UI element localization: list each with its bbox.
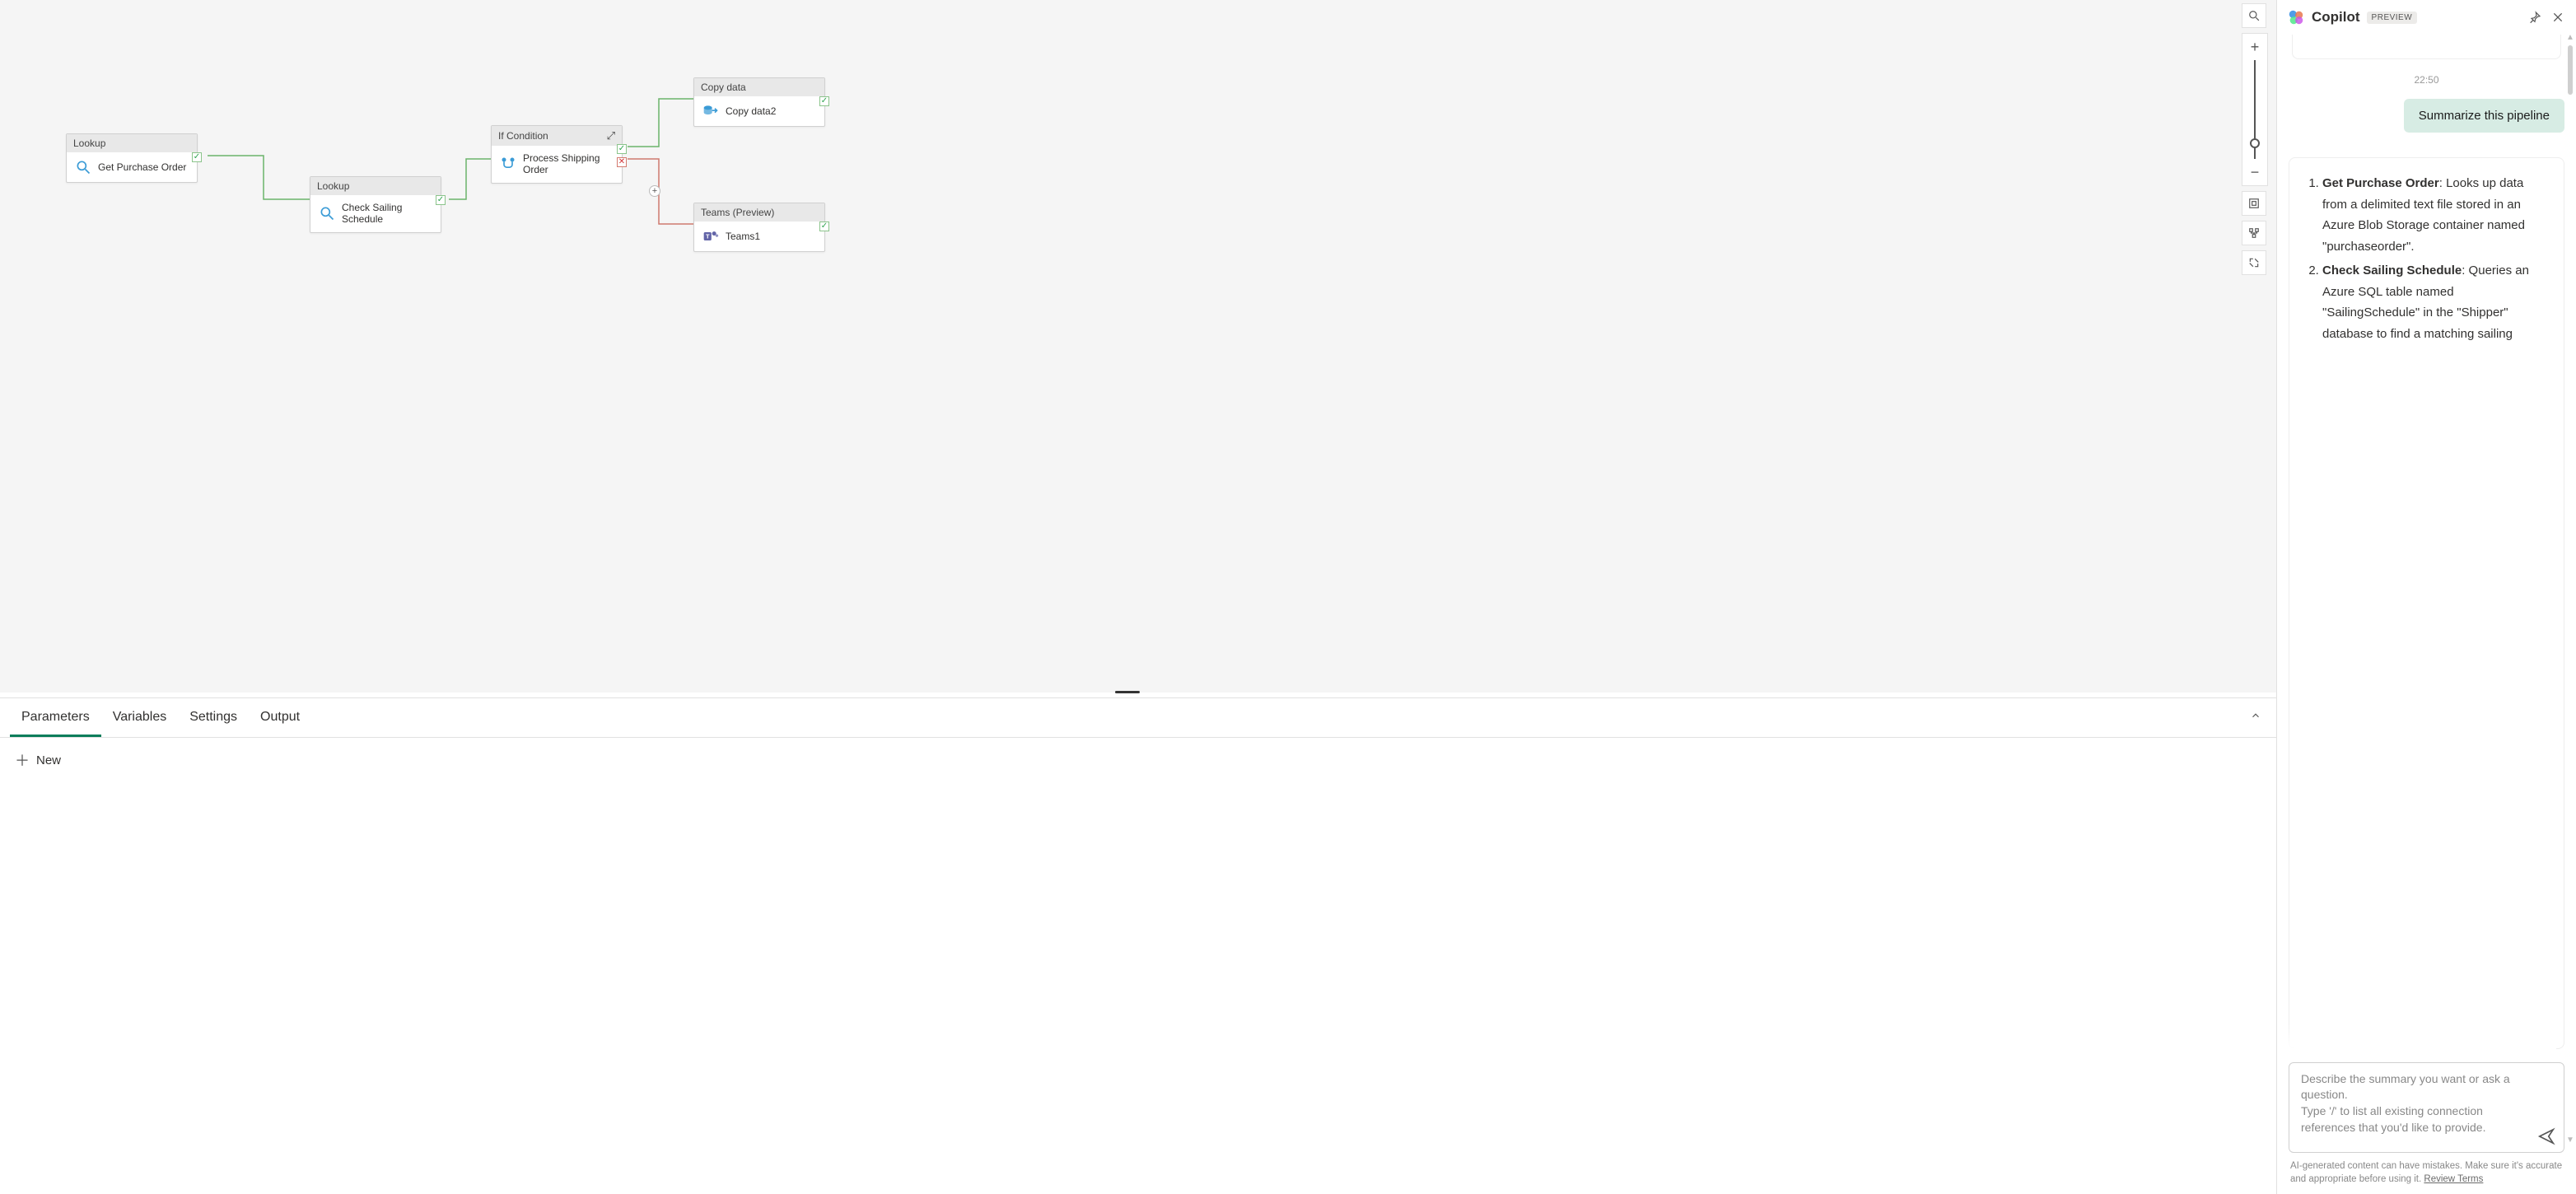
panel-resize-handle[interactable] [0, 693, 2276, 697]
lookup-icon [75, 159, 91, 175]
tab-variables[interactable]: Variables [101, 698, 179, 737]
scroll-up-icon[interactable]: ▲ [2566, 33, 2574, 42]
response-item-1-title: Get Purchase Order [2322, 176, 2439, 190]
copilot-chat: 22:50 Summarize this pipeline Get Purcha… [2277, 35, 2576, 1052]
status-success-icon[interactable]: ✓ [192, 152, 202, 162]
activity-label: Process Shipping Order [523, 152, 614, 176]
status-success-icon[interactable]: ✓ [617, 144, 627, 154]
close-icon[interactable] [2550, 9, 2566, 26]
activity-type: Lookup [73, 138, 105, 149]
activity-type: Copy data [701, 82, 746, 93]
zoom-slider[interactable]: + − [2242, 33, 2268, 186]
copilot-title: Copilot [2312, 9, 2360, 26]
review-terms-link[interactable]: Review Terms [2424, 1174, 2483, 1184]
svg-text:T: T [706, 233, 710, 240]
main-pane: Lookup Get Purchase Order ✓ Lookup [0, 0, 2276, 1194]
copilot-response: Get Purchase Order: Looks up data from a… [2289, 157, 2564, 1049]
activity-get-purchase-order[interactable]: Lookup Get Purchase Order ✓ [66, 133, 198, 183]
response-item-2-title: Check Sailing Schedule [2322, 264, 2462, 278]
copilot-header: Copilot PREVIEW [2277, 0, 2576, 35]
response-item-1: Get Purchase Order: Looks up data from a… [2322, 173, 2549, 257]
collapse-panel-button[interactable] [2250, 710, 2261, 724]
canvas-toolbar: + − [2242, 3, 2268, 275]
search-button[interactable] [2242, 3, 2266, 28]
preview-badge: PREVIEW [2367, 12, 2418, 24]
zoom-fit-button[interactable] [2242, 191, 2266, 216]
pin-icon[interactable] [2527, 9, 2543, 26]
new-parameter-label: New [36, 753, 61, 767]
copilot-panel: Copilot PREVIEW 22:50 Summarize this pip… [2276, 0, 2576, 1194]
zoom-in-button[interactable]: + [2242, 35, 2267, 58]
activity-label: Get Purchase Order [98, 161, 186, 173]
scroll-down-icon[interactable]: ▼ [2566, 1136, 2574, 1145]
properties-tabbar: Parameters Variables Settings Output [0, 698, 2276, 738]
copilot-footer: AI-generated content can have mistakes. … [2277, 1158, 2576, 1194]
response-item-2: Check Sailing Schedule: Queries an Azure… [2322, 260, 2549, 344]
zoom-thumb[interactable] [2250, 138, 2260, 148]
copilot-input[interactable]: Describe the summary you want or ask a q… [2289, 1062, 2564, 1153]
tab-output[interactable]: Output [249, 698, 311, 737]
activity-type: Teams (Preview) [701, 207, 774, 218]
send-icon[interactable] [2537, 1127, 2555, 1145]
user-message: Summarize this pipeline [2404, 99, 2564, 133]
activity-label: Teams1 [726, 231, 760, 242]
expand-icon[interactable]: ⤢ [607, 129, 615, 142]
copilot-scrollbar[interactable]: ▲ ▼ [2566, 33, 2574, 1145]
activity-label: Check Sailing Schedule [342, 202, 432, 226]
properties-panel: Parameters Variables Settings Output ＋ N… [0, 697, 2276, 1194]
status-success-icon[interactable]: ✓ [819, 222, 829, 231]
activity-type: If Condition [498, 130, 548, 142]
activity-copy-data2[interactable]: Copy data Copy data2 ✓ [693, 77, 825, 127]
copilot-logo-icon [2287, 8, 2305, 26]
status-success-icon[interactable]: ✓ [819, 96, 829, 106]
status-success-icon[interactable]: ✓ [436, 195, 446, 205]
copy-data-icon [702, 103, 719, 119]
copilot-input-placeholder: Describe the summary you want or ask a q… [2301, 1071, 2531, 1136]
new-parameter-button[interactable]: ＋ New [15, 749, 61, 771]
lookup-icon [319, 205, 335, 222]
previous-message-fragment [2292, 35, 2561, 59]
plus-icon: ＋ [15, 749, 30, 771]
activity-check-sailing-schedule[interactable]: Lookup Check Sailing Schedule ✓ [310, 176, 441, 233]
if-condition-icon [500, 156, 516, 172]
pipeline-canvas[interactable]: Lookup Get Purchase Order ✓ Lookup [0, 0, 2276, 693]
activity-type: Lookup [317, 180, 349, 192]
scroll-thumb[interactable] [2568, 45, 2573, 95]
activity-label: Copy data2 [726, 105, 776, 117]
activity-teams1[interactable]: Teams (Preview) T Teams1 ✓ [693, 203, 825, 252]
add-activity-icon[interactable]: + [649, 185, 660, 197]
activity-process-shipping-order[interactable]: If Condition ⤢ Process Shipping Order [491, 125, 623, 184]
zoom-out-button[interactable]: − [2242, 161, 2267, 184]
zoom-track[interactable] [2254, 60, 2256, 159]
tab-parameters[interactable]: Parameters [10, 698, 101, 737]
tab-settings[interactable]: Settings [178, 698, 249, 737]
fullscreen-button[interactable] [2242, 250, 2266, 275]
chat-timestamp: 22:50 [2289, 74, 2564, 86]
status-fail-icon[interactable]: ✕ [617, 157, 627, 167]
pipeline-edges [0, 0, 2276, 693]
auto-layout-button[interactable] [2242, 221, 2266, 245]
teams-icon: T [702, 228, 719, 245]
